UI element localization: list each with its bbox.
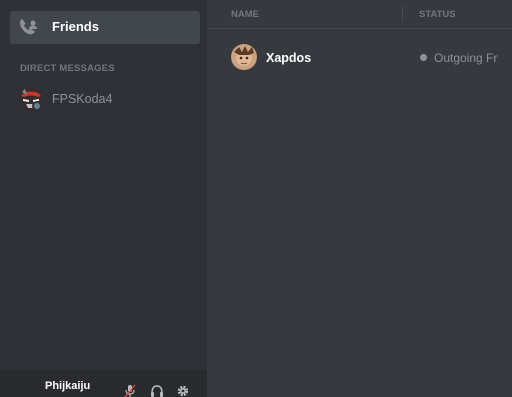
status-column-header[interactable]: STATUS [419,9,456,20]
user-panel: Phijkaiju [0,370,207,397]
avatar [231,44,257,70]
friends-nav-item[interactable]: Friends [10,11,200,44]
sidebar: Friends DIRECT MESSAGES FPSKoda4 Phijkai… [0,0,207,397]
friends-table-header: NAME STATUS [207,0,512,29]
direct-messages-header: DIRECT MESSAGES [20,63,115,74]
headset-icon[interactable] [150,384,164,397]
name-column-header[interactable]: NAME [231,9,259,20]
status-dot [420,54,427,61]
dm-item-fpskoda4[interactable]: FPSKoda4 [10,83,200,115]
friends-label: Friends [52,19,99,34]
dm-username: FPSKoda4 [52,92,113,106]
friend-status: Outgoing Fr [434,51,498,65]
current-username: Phijkaiju [45,380,91,392]
friends-icon [20,19,37,35]
gear-icon[interactable] [176,384,190,397]
microphone-icon[interactable] [123,384,137,397]
column-divider [402,6,403,22]
friend-row[interactable]: Xapdos Outgoing Fr [207,40,512,74]
offline-status-dot [32,101,42,111]
friend-name: Xapdos [266,51,312,65]
